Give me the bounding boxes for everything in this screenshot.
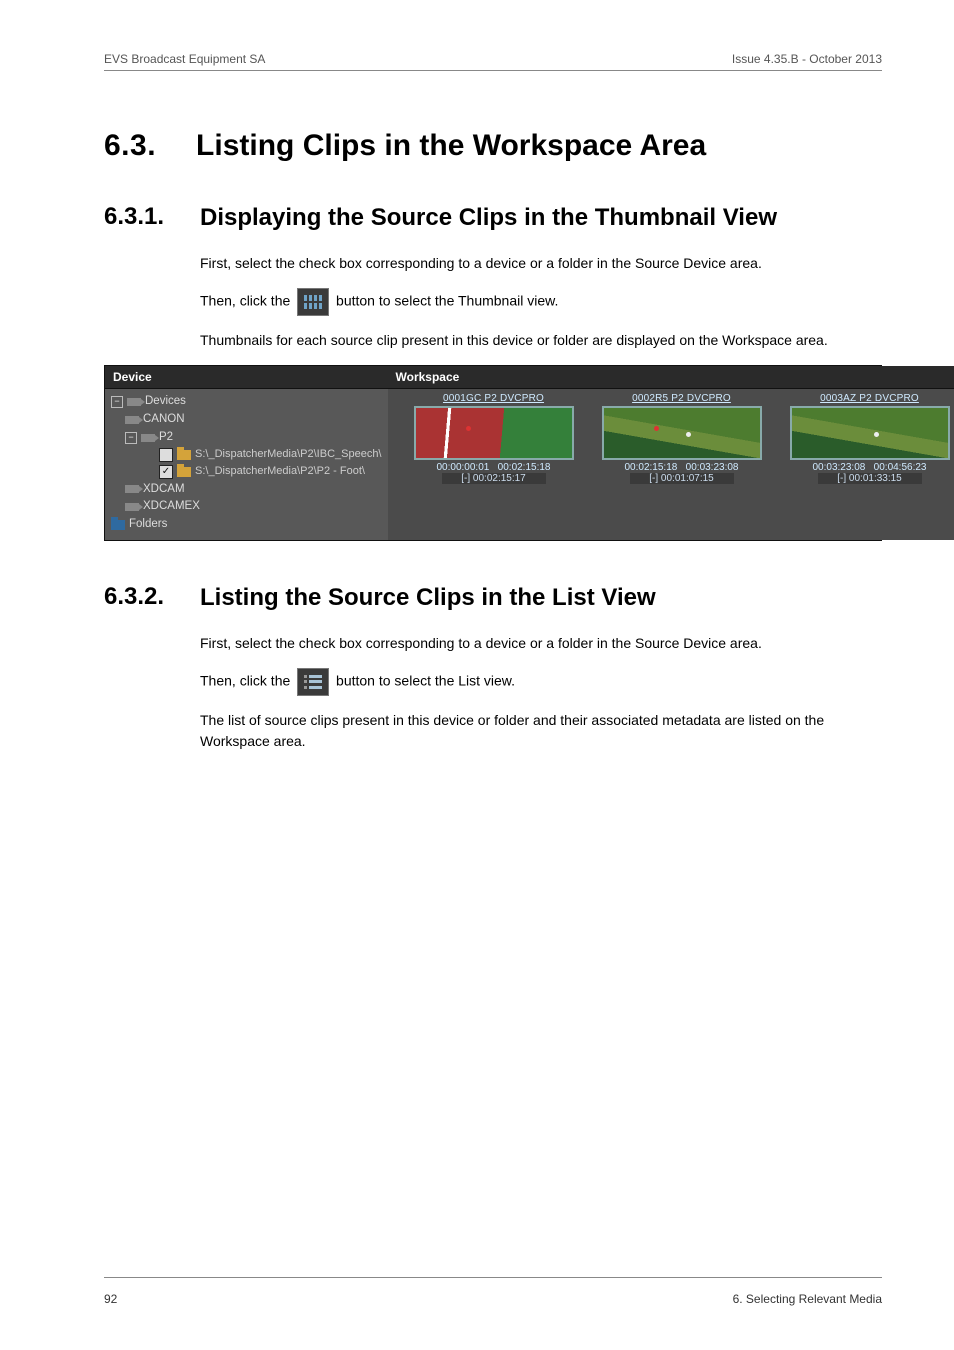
tree-node-xdcamex: XDCAMEX xyxy=(111,498,382,516)
thumbnail-timecode: 00:02:15:18 00:03:23:08 xyxy=(602,462,762,473)
footer-rule-wrap xyxy=(104,1277,882,1286)
paragraph: The list of source clips present in this… xyxy=(200,710,880,752)
tree-node-path-1: S:\_DispatcherMedia\P2\IBC_Speech\ xyxy=(111,446,382,463)
section-6-3-1-heading: 6.3.1. Displaying the Source Clips in th… xyxy=(104,203,882,233)
camera-icon xyxy=(125,416,139,424)
section-6-3-2-heading: 6.3.2. Listing the Source Clips in the L… xyxy=(104,583,882,613)
thumbnail-title: 0002R5 P2 DVCPRO xyxy=(602,393,762,404)
text-run: Then, click the xyxy=(200,673,294,689)
device-panel: Device − Devices CANON − P2 xyxy=(105,366,388,540)
thumbnail-duration: [-] 00:01:07:15 xyxy=(630,473,734,484)
footer-page-number: 92 xyxy=(104,1292,117,1306)
tree-node-xdcam: XDCAM xyxy=(111,481,382,499)
h1-number: 6.3. xyxy=(104,129,156,163)
h1-text: Listing Clips in the Workspace Area xyxy=(196,129,706,163)
h2-number: 6.3.1. xyxy=(104,203,174,231)
footer-rule xyxy=(104,1277,882,1278)
tree-label: XDCAMEX xyxy=(143,498,200,516)
paragraph: Then, click the button to select the Lis… xyxy=(200,668,880,696)
text-run: button to select the Thumbnail view. xyxy=(336,293,558,309)
camera-icon xyxy=(125,485,139,493)
thumbnail-duration: [-] 00:02:15:17 xyxy=(442,473,546,484)
paragraph: First, select the check box correspondin… xyxy=(200,633,880,654)
checkbox-checked-icon: ✓ xyxy=(159,465,173,479)
tree-node-folders: Folders xyxy=(111,516,382,534)
thumbnail-image xyxy=(414,406,574,460)
header-right: Issue 4.35.B - October 2013 xyxy=(732,52,882,66)
workspace-panel: Workspace 0001GC P2 DVCPRO 00:00:00:01 0… xyxy=(388,366,954,540)
thumbnail-duration: [-] 00:01:33:15 xyxy=(818,473,922,484)
header-rule xyxy=(104,70,882,71)
section-6-3-1-body: First, select the check box correspondin… xyxy=(200,253,880,351)
section-6-3-2-body: First, select the check box correspondin… xyxy=(200,633,880,752)
list-view-icon xyxy=(297,668,329,696)
checkbox-unchecked-icon xyxy=(159,448,173,462)
device-workspace-figure: Device − Devices CANON − P2 xyxy=(104,365,882,541)
thumbnail-item: 0003AZ P2 DVCPRO 00:03:23:08 00:04:56:23… xyxy=(790,393,950,484)
text-run: Then, click the xyxy=(200,293,294,309)
device-tree: − Devices CANON − P2 S:\_DispatcherMedia… xyxy=(105,389,388,540)
h2-text: Listing the Source Clips in the List Vie… xyxy=(200,583,656,613)
camera-icon xyxy=(125,503,139,511)
folder-icon xyxy=(111,520,125,530)
header-left: EVS Broadcast Equipment SA xyxy=(104,52,265,66)
thumbnail-title: 0003AZ P2 DVCPRO xyxy=(790,393,950,404)
tree-node-devices: − Devices xyxy=(111,393,382,411)
workspace-thumbnails: 0001GC P2 DVCPRO 00:00:00:01 00:02:15:18… xyxy=(388,389,954,490)
paragraph: First, select the check box correspondin… xyxy=(200,253,880,274)
thumbnail-timecode: 00:00:00:01 00:02:15:18 xyxy=(414,462,574,473)
folder-icon xyxy=(177,467,191,477)
tree-node-path-2: ✓ S:\_DispatcherMedia\P2\P2 - Foot\ xyxy=(111,463,382,480)
footer-section-label: 6. Selecting Relevant Media xyxy=(733,1292,882,1306)
h2-text: Displaying the Source Clips in the Thumb… xyxy=(200,203,777,233)
tree-label: Folders xyxy=(129,516,167,534)
thumbnail-item: 0002R5 P2 DVCPRO 00:02:15:18 00:03:23:08… xyxy=(602,393,762,484)
section-6-3-heading: 6.3. Listing Clips in the Workspace Area xyxy=(104,129,882,163)
tree-label: S:\_DispatcherMedia\P2\IBC_Speech\ xyxy=(195,446,382,463)
page-header: EVS Broadcast Equipment SA Issue 4.35.B … xyxy=(104,52,882,66)
camera-icon xyxy=(141,434,155,442)
thumbnail-timecode: 00:03:23:08 00:04:56:23 xyxy=(790,462,950,473)
folder-icon xyxy=(177,450,191,460)
device-panel-header: Device xyxy=(105,366,388,389)
thumbnail-title: 0001GC P2 DVCPRO xyxy=(414,393,574,404)
tree-node-p2: − P2 xyxy=(111,429,382,447)
tree-label: XDCAM xyxy=(143,481,185,499)
tree-node-canon: CANON xyxy=(111,411,382,429)
camera-icon xyxy=(127,398,141,406)
page-footer: 92 6. Selecting Relevant Media xyxy=(104,1292,882,1306)
thumbnail-image xyxy=(790,406,950,460)
tree-label: CANON xyxy=(143,411,185,429)
text-run: button to select the List view. xyxy=(336,673,515,689)
paragraph: Thumbnails for each source clip present … xyxy=(200,330,880,351)
h2-number: 6.3.2. xyxy=(104,583,174,611)
thumbnail-image xyxy=(602,406,762,460)
tree-label: S:\_DispatcherMedia\P2\P2 - Foot\ xyxy=(195,463,365,480)
thumbnail-item: 0001GC P2 DVCPRO 00:00:00:01 00:02:15:18… xyxy=(414,393,574,484)
workspace-panel-header: Workspace xyxy=(388,366,954,389)
tree-label: Devices xyxy=(145,393,186,411)
thumbnail-view-icon xyxy=(297,288,329,316)
tree-label: P2 xyxy=(159,429,173,447)
paragraph: Then, click the button to select the Thu… xyxy=(200,288,880,316)
